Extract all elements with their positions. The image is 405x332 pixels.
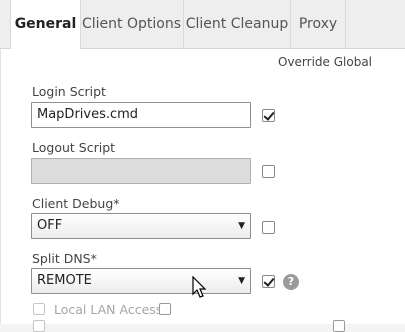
login-script-label: Login Script <box>32 84 106 99</box>
tab-client-options[interactable]: Client Options <box>80 0 184 48</box>
logout-script-label: Logout Script <box>32 140 116 155</box>
client-debug-value: OFF <box>37 218 63 233</box>
login-script-input[interactable]: MapDrives.cmd <box>31 102 251 128</box>
logout-script-input[interactable] <box>31 158 251 184</box>
client-debug-label: Client Debug* <box>32 196 120 211</box>
client-debug-select[interactable]: OFF ▼ <box>31 213 251 239</box>
tab-client-cleanup[interactable]: Client Cleanup <box>184 0 291 48</box>
login-script-override-checkbox[interactable] <box>262 109 275 122</box>
tab-general[interactable]: General <box>10 0 81 49</box>
next-row-override-checkbox[interactable] <box>333 320 345 332</box>
logout-script-override-checkbox[interactable] <box>262 165 275 178</box>
local-lan-access-left-checkbox[interactable] <box>33 303 45 315</box>
mouse-pointer-icon <box>192 276 207 298</box>
split-dns-select[interactable]: REMOTE ▼ <box>31 268 251 294</box>
split-dns-value: REMOTE <box>37 273 92 288</box>
split-dns-override-checkbox[interactable] <box>262 275 275 288</box>
tab-proxy[interactable]: Proxy <box>291 0 346 48</box>
caret-down-icon: ▼ <box>238 276 245 286</box>
client-debug-override-checkbox[interactable] <box>262 221 275 234</box>
override-global-header: Override Global <box>278 55 373 69</box>
split-dns-label: Split DNS* <box>32 251 97 266</box>
local-lan-access-checkbox[interactable] <box>159 303 171 315</box>
next-row-checkbox[interactable] <box>33 320 45 332</box>
question-circle-icon[interactable]: ? <box>283 274 299 290</box>
local-lan-access-label: Local LAN Access <box>54 302 163 317</box>
tab-bar: General Client Options Client Cleanup Pr… <box>0 0 405 49</box>
caret-down-icon: ▼ <box>238 221 245 231</box>
